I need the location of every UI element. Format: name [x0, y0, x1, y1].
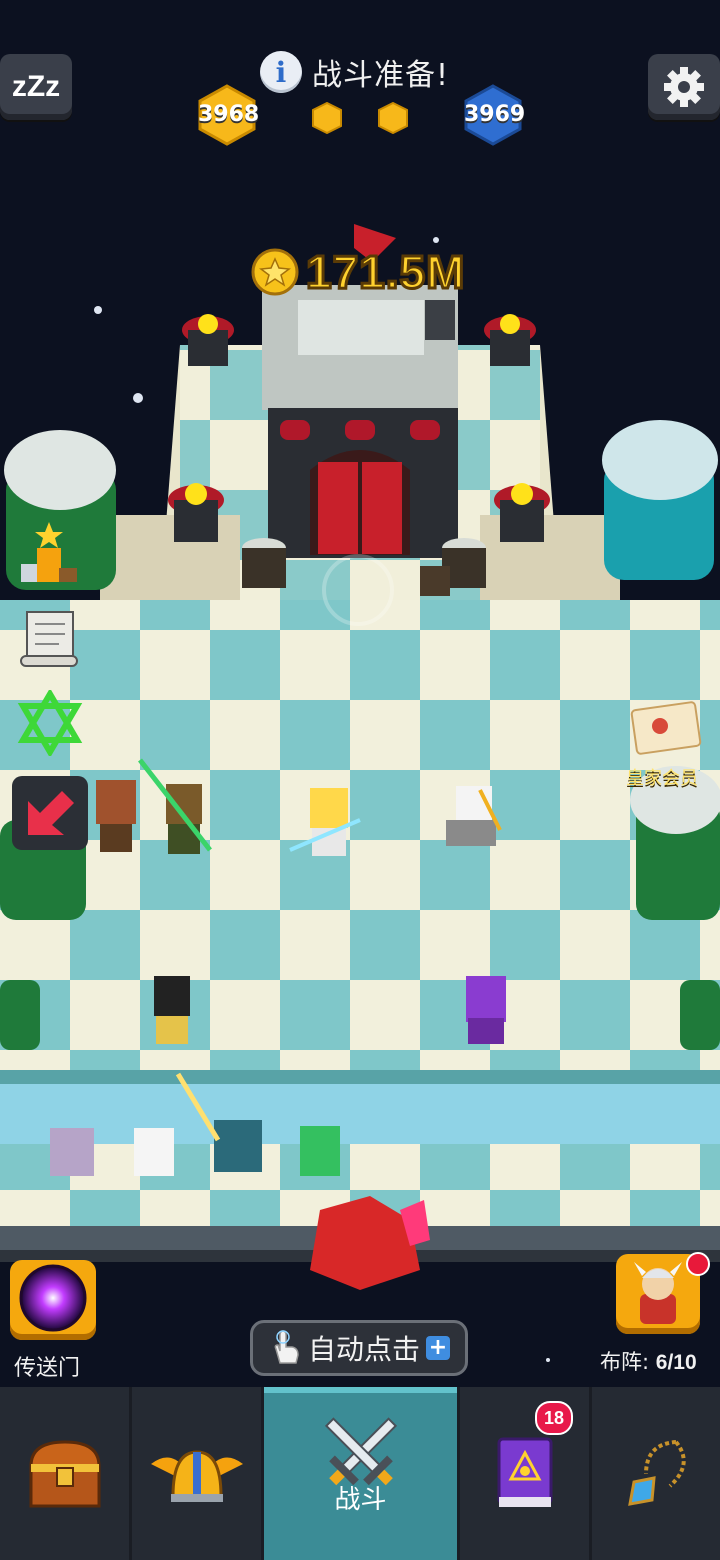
nav-heroes[interactable] [132, 1387, 264, 1560]
scroll-icon [20, 611, 78, 667]
formation-status: 布阵: 6/10 [600, 1346, 697, 1376]
enemy-score: 3969 [464, 102, 526, 127]
portal-button[interactable] [10, 1260, 96, 1340]
arrow-down-left-icon [28, 791, 74, 835]
red-dragon [310, 1196, 430, 1290]
formation-count: 6/10 [655, 1351, 697, 1374]
round-pip-icon [312, 102, 342, 134]
hexagram-icon [17, 690, 83, 756]
notification-dot [686, 1252, 710, 1276]
auto-click-button[interactable]: 自动点击 + [250, 1320, 468, 1376]
auto-click-label: 自动点击 [307, 1333, 420, 1366]
battle-status-title: 战斗准备! [312, 58, 450, 93]
reward-amount: 171.5M [304, 245, 466, 300]
sleep-zzz-icon: zZz [11, 70, 61, 103]
ranking-button[interactable] [12, 516, 88, 590]
trophy-podium-icon [21, 522, 77, 582]
nav-amulet[interactable] [592, 1387, 720, 1560]
hero-purple-mage [466, 976, 506, 1044]
nav-battle[interactable]: 战斗 [264, 1387, 460, 1560]
river [0, 1084, 720, 1144]
game-scene [0, 224, 720, 1362]
nav-spellbook[interactable]: 18 [460, 1387, 592, 1560]
nav-battle-label: 战斗 [334, 1485, 387, 1515]
battle-status: i 战斗准备! [260, 50, 449, 94]
spellbook-badge: 18 [535, 1401, 573, 1435]
battle-reward: 171.5M [250, 245, 466, 300]
spellbook-icon [497, 1437, 552, 1507]
hero-tiki [96, 780, 136, 852]
nav-treasure-chest[interactable] [0, 1387, 132, 1560]
round-pip-icon [378, 102, 408, 134]
amulet-necklace-icon [628, 1439, 686, 1506]
gear-icon [664, 67, 704, 107]
winged-helmet-icon [150, 1449, 243, 1502]
info-icon[interactable]: i [260, 51, 302, 93]
portal-vortex-icon [19, 1264, 87, 1332]
formation-label: 布阵: [600, 1350, 650, 1374]
bottom-nav: 战斗 18 [0, 1387, 720, 1560]
hero-black-hat [154, 976, 190, 1044]
plus-icon: + [426, 1336, 450, 1360]
hexagram-button[interactable] [12, 686, 88, 760]
royal-card-icon[interactable] [630, 700, 704, 756]
settings-button[interactable] [648, 54, 720, 120]
player-score-badge: 3968 [198, 84, 260, 146]
gold-coin-icon [251, 248, 299, 296]
tap-hand-icon [274, 1330, 299, 1364]
sleep-button[interactable]: zZz [0, 54, 72, 120]
collapse-button[interactable] [12, 776, 88, 850]
enemy-score-badge: 3969 [464, 84, 526, 146]
royal-member-label[interactable]: 皇家会员 [626, 764, 698, 790]
treasure-chest-icon [28, 1439, 101, 1507]
portal-label: 传送门 [14, 1356, 81, 1381]
player-score: 3968 [198, 102, 260, 127]
quest-scroll-button[interactable] [12, 600, 88, 674]
